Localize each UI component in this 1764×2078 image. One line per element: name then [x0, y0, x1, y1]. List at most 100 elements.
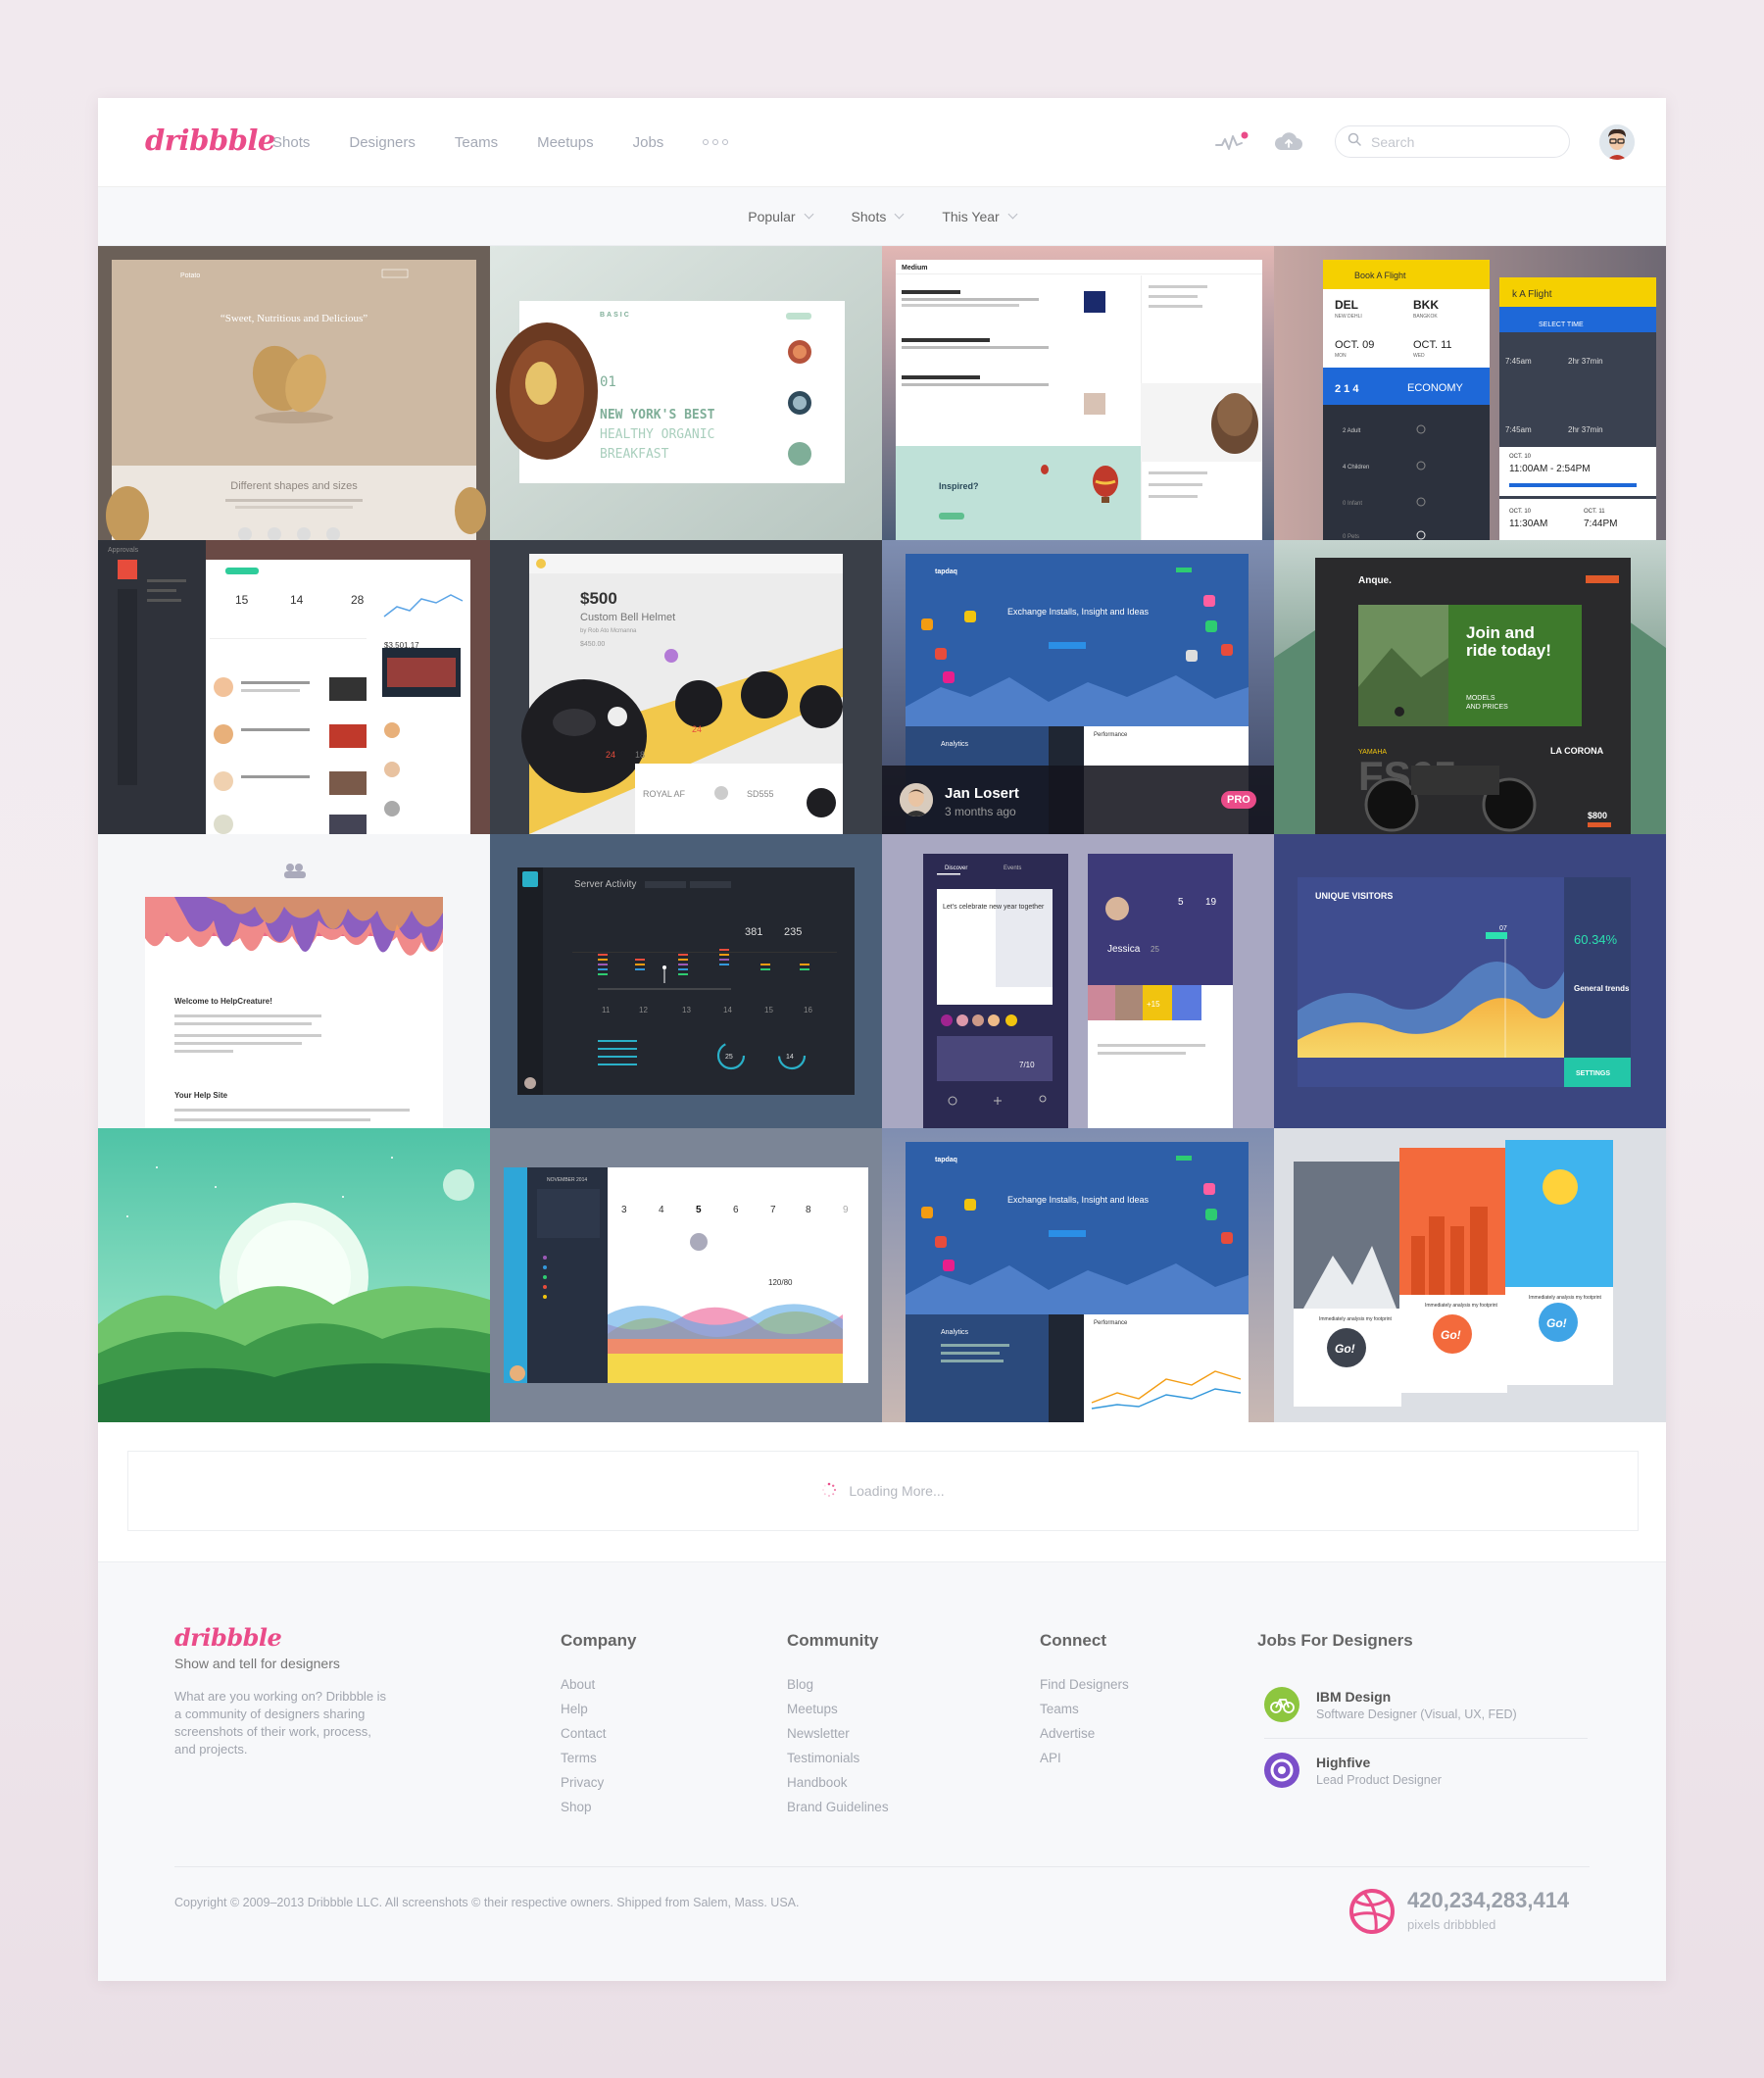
- svg-text:19: 19: [1205, 897, 1217, 908]
- svg-text:Analytics: Analytics: [941, 1329, 969, 1336]
- pixels-label: pixels dribbbled: [1407, 1917, 1496, 1932]
- footer-link-about[interactable]: About: [561, 1672, 636, 1697]
- svg-text:Server Activity: Server Activity: [574, 879, 636, 890]
- nav-designers[interactable]: Designers: [349, 134, 416, 151]
- shot-anque[interactable]: Anque. Join and ride today! MODELS AND P…: [1274, 540, 1666, 834]
- svg-text:11:30AM: 11:30AM: [1509, 519, 1547, 529]
- svg-text:25: 25: [1151, 945, 1159, 954]
- footer-link-help[interactable]: Help: [561, 1697, 636, 1721]
- owner-avatar[interactable]: [900, 783, 933, 816]
- shot-unique-visitors[interactable]: UNIQUE VISITORS 60.34% General trends SE…: [1274, 834, 1666, 1128]
- shot-helmet[interactable]: $500 Custom Bell Helmet by Rob Ato Mcman…: [490, 540, 882, 834]
- footer-community-title: Community: [787, 1631, 879, 1650]
- nav-shots[interactable]: Shots: [272, 134, 310, 151]
- svg-text:Analytics: Analytics: [941, 741, 969, 748]
- svg-text:BASIC: BASIC: [600, 312, 631, 319]
- shot-medium[interactable]: Medium Inspired?: [882, 246, 1274, 540]
- shot-owner-overlay[interactable]: Jan Losert 3 months ago PRO: [882, 766, 1274, 834]
- shot-book-flight[interactable]: k A Flight SELECT TIME 7:45am 2hr 37min …: [1274, 246, 1666, 540]
- footer-tagline: Show and tell for designers: [174, 1656, 340, 1671]
- svg-text:Join and: Join and: [1466, 623, 1535, 642]
- footer-link-blog[interactable]: Blog: [787, 1672, 889, 1697]
- svg-text:OCT. 11: OCT. 11: [1413, 339, 1452, 351]
- shot-tapdaq-analytics[interactable]: tapdaq Exchange Installs, Insight and Id…: [882, 1128, 1274, 1422]
- page-card: dribbble Shots Designers Teams Meetups J…: [98, 98, 1666, 1981]
- job-ibm-design[interactable]: IBM Design Software Designer (Visual, UX…: [1264, 1675, 1588, 1739]
- shot-basic-breakfast[interactable]: BASIC 01 NEW YORK'S BEST HEALTHY ORGANIC…: [490, 246, 882, 540]
- footer-link-handbook[interactable]: Handbook: [787, 1770, 889, 1795]
- svg-text:24: 24: [606, 750, 615, 760]
- search-box[interactable]: [1335, 125, 1570, 158]
- footer-link-shop[interactable]: Shop: [561, 1795, 636, 1819]
- svg-text:11:00AM - 2:54PM: 11:00AM - 2:54PM: [1509, 464, 1591, 474]
- svg-text:OCT. 09: OCT. 09: [1335, 339, 1374, 351]
- footer-divider: [174, 1866, 1590, 1867]
- shot-helpcreature[interactable]: Welcome to HelpCreature! Your Help Site: [98, 834, 490, 1128]
- svg-text:Immediately analysis my footpr: Immediately analysis my footprint: [1319, 1316, 1393, 1322]
- shot-server-activity[interactable]: Server Activity 381 235 11 12 13 14 15 1…: [490, 834, 882, 1128]
- owner-time: 3 months ago: [945, 805, 1016, 818]
- footer-link-api[interactable]: API: [1040, 1746, 1129, 1770]
- filter-popular[interactable]: Popular: [748, 209, 813, 224]
- pixels-count: 420,234,283,414: [1407, 1888, 1570, 1912]
- footer-link-newsletter[interactable]: Newsletter: [787, 1721, 889, 1746]
- dribbble-logo[interactable]: dribbble: [145, 124, 275, 157]
- job-company[interactable]: Highfive: [1316, 1755, 1370, 1770]
- search-input[interactable]: [1369, 132, 1549, 151]
- job-role: Software Designer (Visual, UX, FED): [1316, 1707, 1517, 1721]
- shot-tapdaq[interactable]: tapdaq Exchange Installs, Insight and Id…: [882, 540, 1274, 834]
- filter-period[interactable]: This Year: [942, 209, 1018, 224]
- svg-text:2 Adult: 2 Adult: [1343, 428, 1361, 434]
- activity-icon[interactable]: [1215, 130, 1249, 157]
- upload-cloud-icon[interactable]: [1274, 130, 1303, 157]
- svg-text:Medium: Medium: [902, 265, 927, 272]
- owner-name[interactable]: Jan Losert: [945, 785, 1019, 802]
- svg-text:SD555: SD555: [747, 789, 774, 799]
- job-company[interactable]: IBM Design: [1316, 1689, 1391, 1705]
- loading-more[interactable]: Loading More...: [127, 1451, 1639, 1531]
- shot-approvals[interactable]: Approvals 15 14 28 $3,501.17: [98, 540, 490, 834]
- loading-text: Loading More...: [849, 1483, 945, 1499]
- svg-text:“Sweet, Nutritious and Delicio: “Sweet, Nutritious and Delicious”: [220, 313, 368, 324]
- chevron-down-icon: [894, 209, 905, 220]
- shot-landscape[interactable]: [98, 1128, 490, 1422]
- svg-text:UNIQUE VISITORS: UNIQUE VISITORS: [1315, 891, 1393, 901]
- footer-link-teams[interactable]: Teams: [1040, 1697, 1129, 1721]
- copyright: Copyright © 2009–2013 Dribbble LLC. All …: [174, 1896, 800, 1909]
- svg-text:Go!: Go!: [1546, 1316, 1567, 1330]
- footer-link-terms[interactable]: Terms: [561, 1746, 636, 1770]
- shot-potato[interactable]: Potato “Sweet, Nutritious and Delicious”…: [98, 246, 490, 540]
- svg-text:24: 24: [692, 724, 702, 734]
- nav-teams[interactable]: Teams: [455, 134, 498, 151]
- footer-about: What are you working on? Dribbble is a c…: [174, 1689, 387, 1756]
- job-highfive[interactable]: Highfive Lead Product Designer: [1264, 1741, 1588, 1804]
- footer-jobs-title: Jobs For Designers: [1257, 1631, 1413, 1650]
- nav-jobs[interactable]: Jobs: [633, 134, 664, 151]
- dribbble-ball-icon[interactable]: [1348, 1889, 1396, 1939]
- footer-link-testimonials[interactable]: Testimonials: [787, 1746, 889, 1770]
- nav-meetups[interactable]: Meetups: [537, 134, 594, 151]
- svg-text:Let's celebrate new year toget: Let's celebrate new year together: [943, 904, 1045, 911]
- shots-grid: Potato “Sweet, Nutritious and Delicious”…: [98, 246, 1666, 1422]
- svg-text:12: 12: [639, 1006, 648, 1014]
- footer-link-advertise[interactable]: Advertise: [1040, 1721, 1129, 1746]
- svg-text:AND PRICES: AND PRICES: [1466, 704, 1508, 711]
- svg-text:LA CORONA: LA CORONA: [1550, 746, 1604, 756]
- svg-text:OCT. 10: OCT. 10: [1509, 454, 1532, 460]
- filter-shots[interactable]: Shots: [852, 209, 905, 224]
- shot-discover-mobile[interactable]: Discover Events Let's celebrate new year…: [882, 834, 1274, 1128]
- footer-link-contact[interactable]: Contact: [561, 1721, 636, 1746]
- shot-go-weather[interactable]: Immediately analysis my footprint Go! Im…: [1274, 1128, 1666, 1422]
- footer-link-brand-guidelines[interactable]: Brand Guidelines: [787, 1795, 889, 1819]
- svg-text:HEALTHY ORGANIC: HEALTHY ORGANIC: [600, 427, 714, 442]
- footer-link-find-designers[interactable]: Find Designers: [1040, 1672, 1129, 1697]
- user-avatar[interactable]: [1599, 124, 1635, 160]
- footer-link-meetups[interactable]: Meetups: [787, 1697, 889, 1721]
- shot-calendar[interactable]: NOVEMBER 2014 3 4 5 6 7 8 9 120/80: [490, 1128, 882, 1422]
- footer-logo[interactable]: dribbble: [174, 1623, 282, 1652]
- nav-links: Shots Designers Teams Meetups Jobs: [272, 98, 729, 186]
- footer-link-privacy[interactable]: Privacy: [561, 1770, 636, 1795]
- more-dots-icon[interactable]: [703, 139, 729, 145]
- footer-community: Community Blog Meetups Newsletter Testim…: [787, 1631, 889, 1819]
- svg-text:11: 11: [602, 1006, 611, 1014]
